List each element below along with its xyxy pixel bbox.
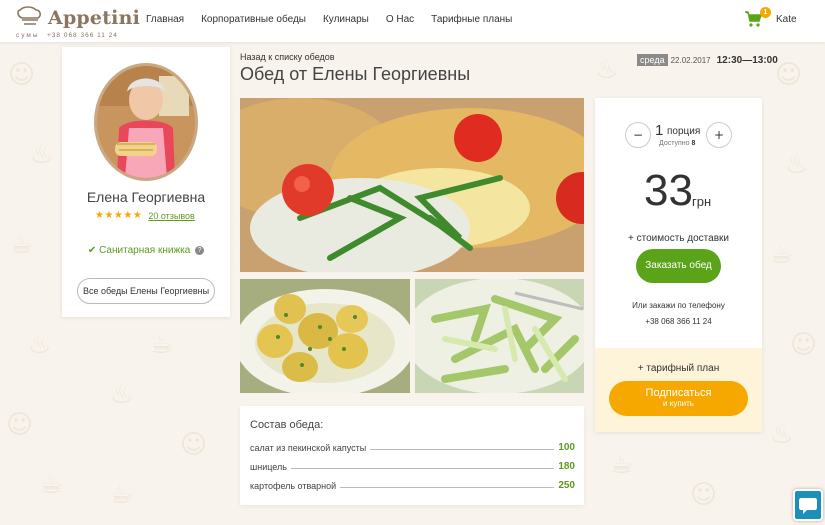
- user-menu[interactable]: Kate: [776, 14, 797, 25]
- brand-city: сумы: [16, 32, 40, 39]
- chat-icon: [799, 498, 817, 514]
- order-card: − 1 порция Доступно 8 + 33 грн + стоимос…: [595, 98, 762, 432]
- check-icon: ✔: [87, 245, 97, 256]
- chef-avatar[interactable]: [94, 63, 198, 181]
- dish-leader-line: [370, 449, 555, 450]
- call-to-order-phone[interactable]: +38 068 366 11 24: [595, 317, 762, 326]
- dish-weight: 180: [558, 461, 575, 472]
- chat-button[interactable]: [793, 489, 823, 521]
- lunch-date: 22.02.2017: [670, 55, 711, 65]
- reviews-link[interactable]: 20 отзывов: [148, 211, 195, 221]
- subscribe-label: Подписаться: [645, 387, 712, 399]
- dish-row: шницель 180: [250, 458, 575, 472]
- nav-item-home[interactable]: Главная: [146, 14, 184, 25]
- available-count: 8: [691, 140, 696, 147]
- photo-salad[interactable]: [415, 279, 584, 393]
- logo[interactable]: Appetini сумы +38 068 366 11 24: [12, 4, 140, 40]
- brand-phone: +38 068 366 11 24: [47, 32, 118, 39]
- help-icon[interactable]: ?: [195, 246, 205, 255]
- brand-name: Appetini: [48, 7, 141, 29]
- page-title: Обед от Елены Георгиевны: [240, 64, 471, 84]
- sanitary-book-status: ✔ Санитарная книжка ?: [62, 245, 230, 256]
- order-lunch-button[interactable]: Заказать обед: [636, 249, 721, 283]
- subscribe-sublabel: и купить: [663, 399, 694, 408]
- rating-stars: ★★★★★: [95, 210, 143, 221]
- lunch-composition: Состав обеда: салат из пекинской капусты…: [240, 406, 584, 505]
- chef-card: Елена Георгиевна ★★★★★ 20 отзывов ✔ Сани…: [62, 47, 230, 317]
- delivery-cost-note: + стоимость доставки: [628, 233, 729, 244]
- available-label: Доступно: [659, 140, 690, 147]
- day-badge: среда: [637, 54, 668, 66]
- logo-chef-icon: [17, 6, 41, 25]
- quantity-unit: порция: [667, 126, 701, 137]
- delivery-datetime: среда 22.02.2017 12:30—13:00: [637, 54, 778, 66]
- cart-button[interactable]: 1: [744, 7, 771, 30]
- call-to-order-label: Или закажи по телефону: [632, 301, 725, 310]
- nav-item-corporate[interactable]: Корпоративные обеды: [201, 14, 306, 25]
- chef-name: Елена Георгиевна: [86, 189, 206, 205]
- increase-quantity-button[interactable]: +: [706, 122, 732, 148]
- composition-title: Состав обеда:: [250, 419, 324, 431]
- photo-potatoes[interactable]: [240, 279, 410, 393]
- back-to-lunches-link[interactable]: Назад к списку обедов: [240, 52, 335, 62]
- tariff-plan-label: + тарифный план: [637, 363, 720, 374]
- subscribe-button[interactable]: Подписаться и купить: [609, 381, 748, 416]
- cart-count-badge: 1: [760, 7, 771, 18]
- dish-leader-line: [340, 487, 555, 488]
- chef-rating: ★★★★★ 20 отзывов: [95, 210, 195, 221]
- tariff-plan-box: + тарифный план Подписаться и купить: [595, 348, 762, 432]
- sanitary-label: Санитарная книжка: [99, 245, 191, 256]
- dish-row: картофель отварной 250: [250, 477, 575, 491]
- top-header: Appetini сумы +38 068 366 11 24 Главная …: [0, 0, 825, 42]
- available-portions: Доступно 8: [659, 140, 695, 147]
- price-value: 33: [644, 166, 693, 215]
- price-currency: грн: [692, 194, 712, 209]
- main-nav: Главная Корпоративные обеды Кулинары О Н…: [146, 14, 529, 25]
- all-chef-lunches-button[interactable]: Все обеды Елены Георгиевны: [77, 278, 215, 304]
- dish-name: шницель: [250, 462, 287, 472]
- dish-name: картофель отварной: [250, 481, 337, 491]
- decrease-quantity-button[interactable]: −: [625, 122, 651, 148]
- lunch-time: 12:30—13:00: [716, 54, 778, 66]
- dish-row: салат из пекинской капусты 100: [250, 439, 575, 453]
- photo-schnitzel[interactable]: [240, 98, 584, 272]
- dish-weight: 100: [558, 442, 575, 453]
- dish-weight: 250: [558, 480, 575, 491]
- quantity-value: 1: [655, 122, 664, 139]
- dish-leader-line: [290, 468, 555, 469]
- nav-item-tariffs[interactable]: Тарифные планы: [431, 14, 512, 25]
- nav-item-chefs[interactable]: Кулинары: [323, 14, 369, 25]
- dish-name: салат из пекинской капусты: [250, 443, 367, 453]
- nav-item-about[interactable]: О Нас: [386, 14, 414, 25]
